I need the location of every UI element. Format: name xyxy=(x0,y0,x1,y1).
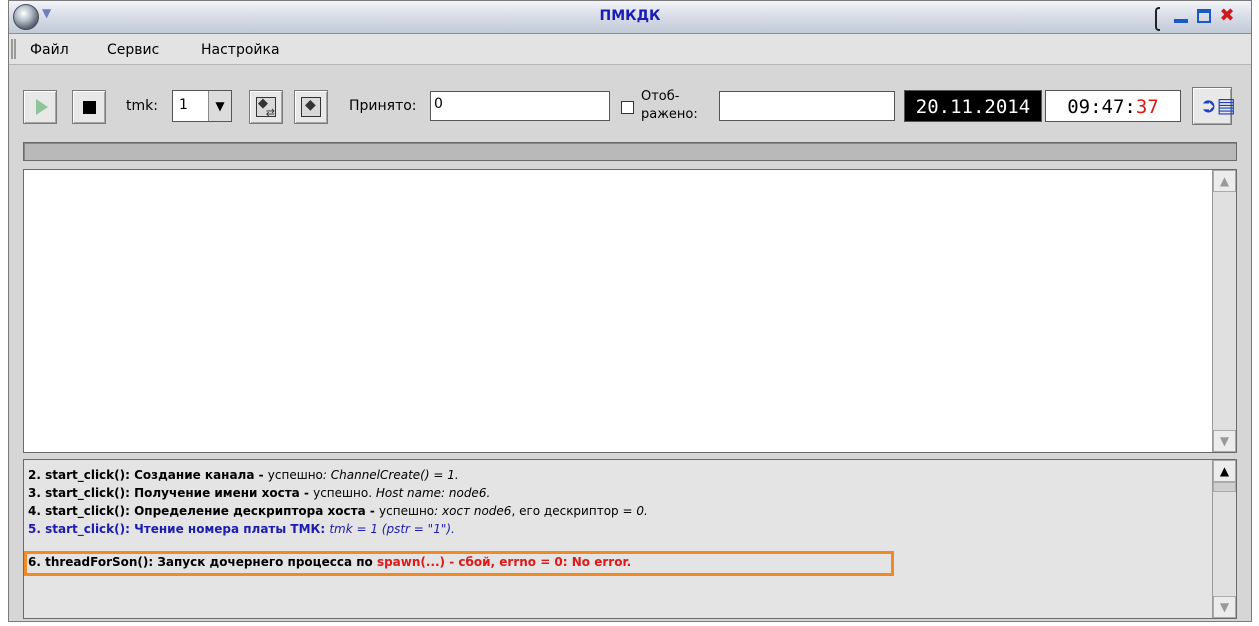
tmk-selected-value: 1 xyxy=(179,97,188,113)
display-panel: ▲ ▼ xyxy=(23,169,1237,453)
tmk-select[interactable]: 1 ▼ xyxy=(172,90,232,122)
log-panel: 2. start_click(): Создание канала - успе… xyxy=(23,459,1237,619)
play-button[interactable] xyxy=(23,90,57,124)
log-line: 5. start_click(): Чтение номера платы ТМ… xyxy=(28,522,455,536)
dropdown-arrow-icon[interactable]: ▼ xyxy=(208,91,231,121)
log-line-error: 6. threadForSon(): Запуск дочернего проц… xyxy=(28,555,632,569)
menubar-grip-icon[interactable] xyxy=(11,39,16,59)
display-scrollbar[interactable]: ▲ ▼ xyxy=(1212,170,1236,452)
progress-bar xyxy=(23,142,1237,161)
menu-settings[interactable]: Настройка xyxy=(201,42,280,58)
close-icon: ✖ xyxy=(1219,5,1235,26)
titlebar-bracket-icon xyxy=(1155,7,1160,31)
toolbar: tmk: 1 ▼ Принято: 0 Отоб- ражено: 20.11.… xyxy=(9,65,1251,141)
title-bar[interactable]: ▼ ПМКДК ✖ xyxy=(9,1,1251,34)
minimize-button[interactable] xyxy=(1172,6,1190,26)
app-window: ▼ ПМКДК ✖ Файл Сервис Настройка tmk: 1 ▼… xyxy=(8,0,1252,622)
scroll-up-arrow-icon[interactable]: ▲ xyxy=(1213,460,1236,482)
date-display: 20.11.2014 xyxy=(904,90,1042,122)
scroll-thumb[interactable] xyxy=(1213,482,1236,492)
menu-file[interactable]: Файл xyxy=(30,42,69,58)
exit-door-icon: ➲▤ xyxy=(1200,93,1236,117)
received-field[interactable]: 0 xyxy=(430,91,610,121)
displayed-label-line1: Отоб- xyxy=(641,89,680,104)
log-line: 3. start_click(): Получение имени хоста … xyxy=(28,486,491,500)
log-line: 4. start_click(): Определение дескриптор… xyxy=(28,504,648,518)
time-hours-minutes: 09:47: xyxy=(1067,96,1136,118)
record-button[interactable] xyxy=(294,90,328,124)
time-seconds: 37 xyxy=(1135,96,1159,118)
scroll-up-arrow-icon[interactable]: ▲ xyxy=(1213,170,1236,192)
menu-bar: Файл Сервис Настройка xyxy=(9,34,1251,65)
displayed-label-line2: ражено: xyxy=(641,107,698,122)
time-display: 09:47:37 xyxy=(1045,90,1181,122)
tmk-label: tmk: xyxy=(126,98,158,114)
stop-button[interactable] xyxy=(72,90,106,124)
log-line: 2. start_click(): Создание канала - успе… xyxy=(28,468,459,482)
swap-button[interactable] xyxy=(249,90,283,124)
window-title: ПМКДК xyxy=(599,8,661,24)
maximize-button[interactable] xyxy=(1195,6,1213,26)
scroll-down-arrow-icon[interactable]: ▼ xyxy=(1213,596,1236,618)
swap-icon xyxy=(256,96,276,119)
displayed-checkbox[interactable] xyxy=(621,101,634,114)
menu-service[interactable]: Сервис xyxy=(107,42,159,58)
close-button[interactable]: ✖ xyxy=(1218,6,1236,26)
log-scrollbar[interactable]: ▲ ▼ xyxy=(1212,460,1236,618)
displayed-field[interactable] xyxy=(719,91,895,121)
received-label: Принято: xyxy=(349,98,417,114)
record-icon xyxy=(301,97,321,117)
scroll-down-arrow-icon[interactable]: ▼ xyxy=(1213,430,1236,452)
exit-button[interactable]: ➲▤ xyxy=(1192,87,1236,125)
